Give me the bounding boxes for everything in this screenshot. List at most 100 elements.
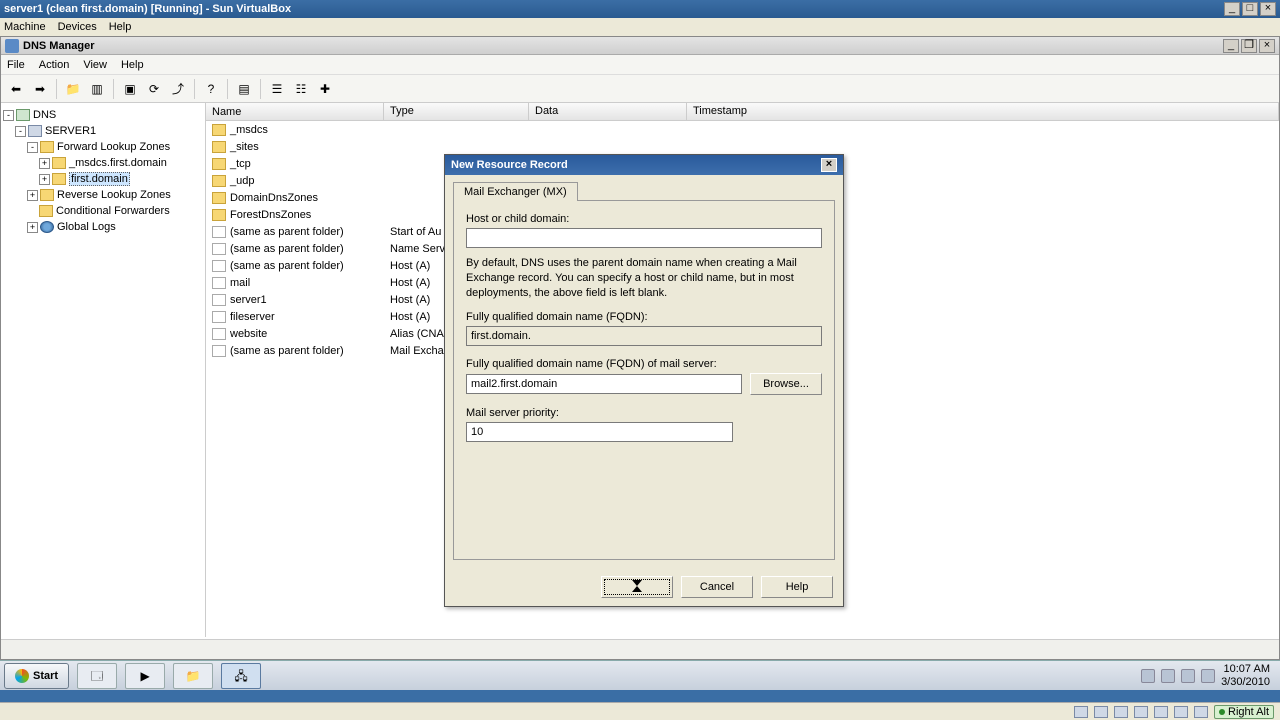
expand-icon[interactable]: + (39, 174, 50, 185)
vbox-maximize-button[interactable]: □ (1242, 2, 1258, 16)
col-type[interactable]: Type (384, 103, 529, 120)
vbox-menu-help[interactable]: Help (109, 21, 132, 33)
tray-volume-icon[interactable] (1201, 669, 1215, 683)
tree-root-dns[interactable]: - DNS (3, 107, 203, 123)
dns-restore-button[interactable]: ❐ (1241, 39, 1257, 53)
folder-icon (212, 141, 226, 153)
browse-button[interactable]: Browse... (750, 373, 822, 395)
toolbar-up-button[interactable]: 📁 (62, 78, 84, 100)
taskbar-item-ie[interactable]: ▶ (125, 663, 165, 689)
tree-reverse-lookup-zones[interactable]: + Reverse Lookup Zones (3, 187, 203, 203)
toolbar-export-button[interactable]: ⤴ (167, 78, 189, 100)
collapse-icon[interactable]: - (3, 110, 14, 121)
vbox-menu-machine[interactable]: Machine (4, 21, 46, 33)
toolbar-refresh-button[interactable]: ⟳ (143, 78, 165, 100)
toolbar-help-button[interactable]: ? (200, 78, 222, 100)
dns-minimize-button[interactable]: _ (1223, 39, 1239, 53)
tree-msdcs-zone[interactable]: + _msdcs.first.domain (3, 155, 203, 171)
taskbar-item-dns-manager[interactable]: 🖧 (221, 663, 261, 689)
hourglass-icon (632, 580, 642, 592)
explorer-icon: 🗔 (91, 670, 104, 682)
row-name: ForestDnsZones (230, 209, 311, 221)
vbox-net-icon[interactable] (1114, 706, 1128, 718)
dns-toolbar: ⬅ ➡ 📁 ▥ ▣ ⟳ ⤴ ? ▤ ☰ ☷ ✚ (1, 75, 1279, 103)
help-text: By default, DNS uses the parent domain n… (466, 256, 822, 301)
dialog-title: New Resource Record (451, 159, 821, 171)
folder-icon (212, 124, 226, 136)
vbox-menubar: Machine Devices Help (0, 18, 1280, 36)
vbox-close-button[interactable]: × (1260, 2, 1276, 16)
dns-close-button[interactable]: × (1259, 39, 1275, 53)
toolbar-properties-button[interactable]: ▤ (233, 78, 255, 100)
vbox-usb-icon[interactable] (1134, 706, 1148, 718)
help-button[interactable]: Help (761, 576, 833, 598)
dialog-close-button[interactable]: × (821, 158, 837, 172)
dialog-titlebar[interactable]: New Resource Record × (445, 155, 843, 175)
col-timestamp[interactable]: Timestamp (687, 103, 1279, 120)
tray-network-icon[interactable] (1181, 669, 1195, 683)
tree-forward-lookup-zones[interactable]: - Forward Lookup Zones (3, 139, 203, 155)
tree-conditional-forwarders[interactable]: Conditional Forwarders (3, 203, 203, 219)
dns-tree[interactable]: - DNS - SERVER1 - Forward Lookup Zones (1, 103, 206, 637)
tree-server[interactable]: - SERVER1 (3, 123, 203, 139)
expand-icon[interactable]: + (27, 190, 38, 201)
vbox-cd-icon[interactable] (1094, 706, 1108, 718)
vbox-title: server1 (clean first.domain) [Running] -… (4, 3, 1222, 15)
collapse-icon[interactable]: - (15, 126, 26, 137)
export-icon: ⤴ (172, 83, 184, 95)
toolbar-show-hide-button[interactable]: ▥ (86, 78, 108, 100)
priority-input[interactable] (466, 422, 733, 442)
ie-icon: ▶ (140, 670, 149, 682)
ok-button[interactable] (601, 576, 673, 598)
menu-view[interactable]: View (83, 59, 107, 71)
folder-icon (212, 209, 226, 221)
dialog-body: Mail Exchanger (MX) Host or child domain… (445, 175, 843, 570)
toolbar-list-button[interactable]: ☷ (290, 78, 312, 100)
toolbar-delete-button[interactable]: ▣ (119, 78, 141, 100)
vbox-hostkey-indicator[interactable]: Right Alt (1214, 705, 1274, 719)
toolbar-new-button[interactable]: ✚ (314, 78, 336, 100)
vbox-shared-icon[interactable] (1154, 706, 1168, 718)
collapse-icon[interactable]: - (27, 142, 38, 153)
menu-help[interactable]: Help (121, 59, 144, 71)
taskbar-item-explorer[interactable]: 🗔 (77, 663, 117, 689)
menu-file[interactable]: File (7, 59, 25, 71)
zone-icon (52, 173, 66, 185)
menu-action[interactable]: Action (39, 59, 70, 71)
row-name: DomainDnsZones (230, 192, 318, 204)
toolbar-back-button[interactable]: ⬅ (5, 78, 27, 100)
taskbar-item-folder[interactable]: 📁 (173, 663, 213, 689)
vbox-display-icon[interactable] (1174, 706, 1188, 718)
dns-manager-titlebar[interactable]: DNS Manager _ ❐ × (1, 37, 1279, 55)
tray-clock[interactable]: 10:07 AM 3/30/2010 (1221, 663, 1270, 687)
folder-icon (212, 192, 226, 204)
toolbar-filter-button[interactable]: ☰ (266, 78, 288, 100)
start-button[interactable]: Start (4, 663, 69, 689)
vbox-hd-icon[interactable] (1074, 706, 1088, 718)
table-row[interactable]: _msdcs (206, 121, 1279, 138)
tree-first-domain-zone[interactable]: + first.domain (3, 171, 203, 187)
tray-time: 10:07 AM (1221, 663, 1270, 675)
record-icon (212, 277, 226, 289)
dialog-button-row: Cancel Help (445, 570, 843, 606)
expand-icon[interactable]: + (27, 222, 38, 233)
vbox-menu-devices[interactable]: Devices (58, 21, 97, 33)
tab-mail-exchanger[interactable]: Mail Exchanger (MX) (453, 182, 578, 201)
server-icon (28, 125, 42, 137)
col-data[interactable]: Data (529, 103, 687, 120)
tray-chevron-icon[interactable] (1141, 669, 1155, 683)
vbox-mouse-icon[interactable] (1194, 706, 1208, 718)
expand-icon[interactable]: + (39, 158, 50, 169)
mail-fqdn-input[interactable] (466, 374, 742, 394)
dns-statusbar (1, 639, 1279, 659)
toolbar-forward-button[interactable]: ➡ (29, 78, 51, 100)
table-row[interactable]: _sites (206, 138, 1279, 155)
tree-global-logs[interactable]: + Global Logs (3, 219, 203, 235)
col-name[interactable]: Name (206, 103, 384, 120)
row-name: (same as parent folder) (230, 226, 344, 238)
tray-flag-icon[interactable] (1161, 669, 1175, 683)
host-input[interactable] (466, 228, 822, 248)
cancel-button[interactable]: Cancel (681, 576, 753, 598)
vbox-minimize-button[interactable]: _ (1224, 2, 1240, 16)
globe-icon (40, 221, 54, 233)
